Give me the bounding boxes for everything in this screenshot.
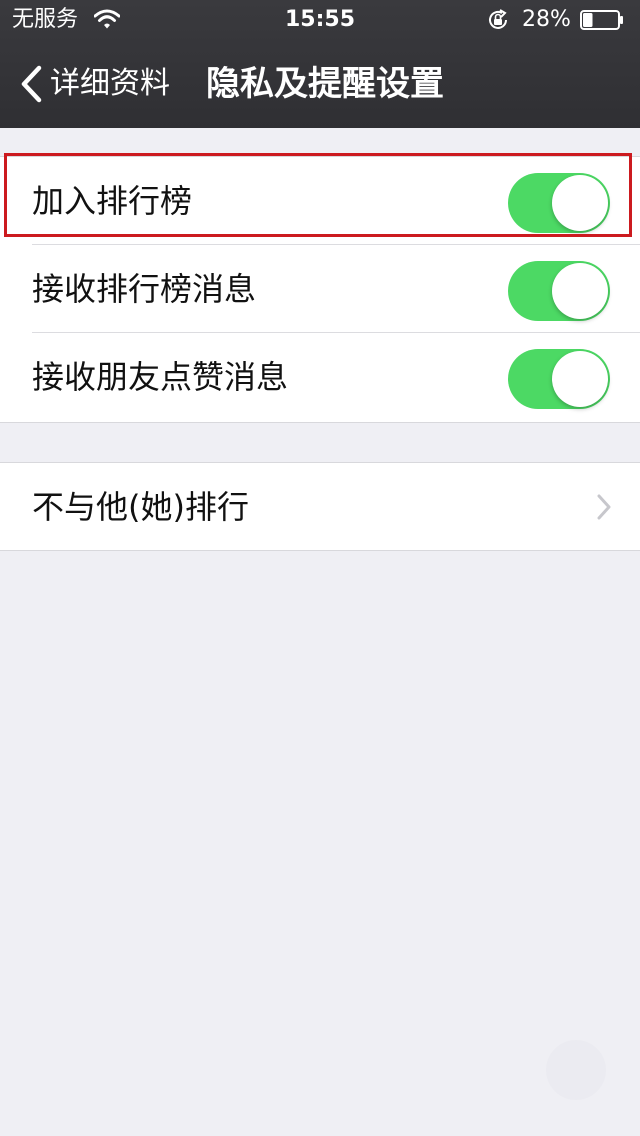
setting-label: 接收排行榜消息 — [32, 270, 257, 308]
setting-label: 加入排行榜 — [32, 182, 193, 220]
back-button[interactable]: 详细资料 — [18, 62, 170, 106]
setting-row-join-ranking: 加入排行榜 — [0, 157, 640, 245]
toggle-knob — [552, 175, 608, 231]
setting-row-like-messages: 接收朋友点赞消息 — [0, 333, 640, 421]
assistive-touch-button[interactable] — [546, 1040, 606, 1100]
battery-icon — [580, 10, 623, 30]
chevron-right-icon — [597, 494, 611, 520]
exclude-ranking-group: 不与他(她)排行 — [0, 462, 640, 551]
status-bar: 无服务 15:55 28% — [0, 0, 640, 40]
battery-percent: 28% — [522, 7, 571, 32]
rotation-lock-icon — [489, 9, 507, 29]
top-bar: 无服务 15:55 28% 详细资料 隐私及提醒设置 — [0, 0, 640, 128]
setting-row-exclude-ranking[interactable]: 不与他(她)排行 — [0, 463, 640, 551]
setting-label: 接收朋友点赞消息 — [32, 358, 289, 396]
back-button-label: 详细资料 — [50, 66, 170, 101]
page-title: 隐私及提醒设置 — [206, 64, 444, 104]
toggle-knob — [552, 263, 608, 319]
navigation-bar: 详细资料 隐私及提醒设置 — [0, 40, 640, 128]
like-messages-toggle[interactable] — [508, 349, 610, 409]
ranking-messages-toggle[interactable] — [508, 261, 610, 321]
screen: 无服务 15:55 28% 详细资料 隐私及提醒设置 加入排行榜 接收排行榜消息… — [0, 0, 640, 1136]
back-chevron-icon — [21, 65, 42, 103]
ranking-settings-group: 加入排行榜 接收排行榜消息 接收朋友点赞消息 — [0, 156, 640, 423]
setting-row-ranking-messages: 接收排行榜消息 — [0, 245, 640, 333]
toggle-knob — [552, 351, 608, 407]
join-ranking-toggle[interactable] — [508, 173, 610, 233]
setting-label: 不与他(她)排行 — [32, 488, 249, 526]
